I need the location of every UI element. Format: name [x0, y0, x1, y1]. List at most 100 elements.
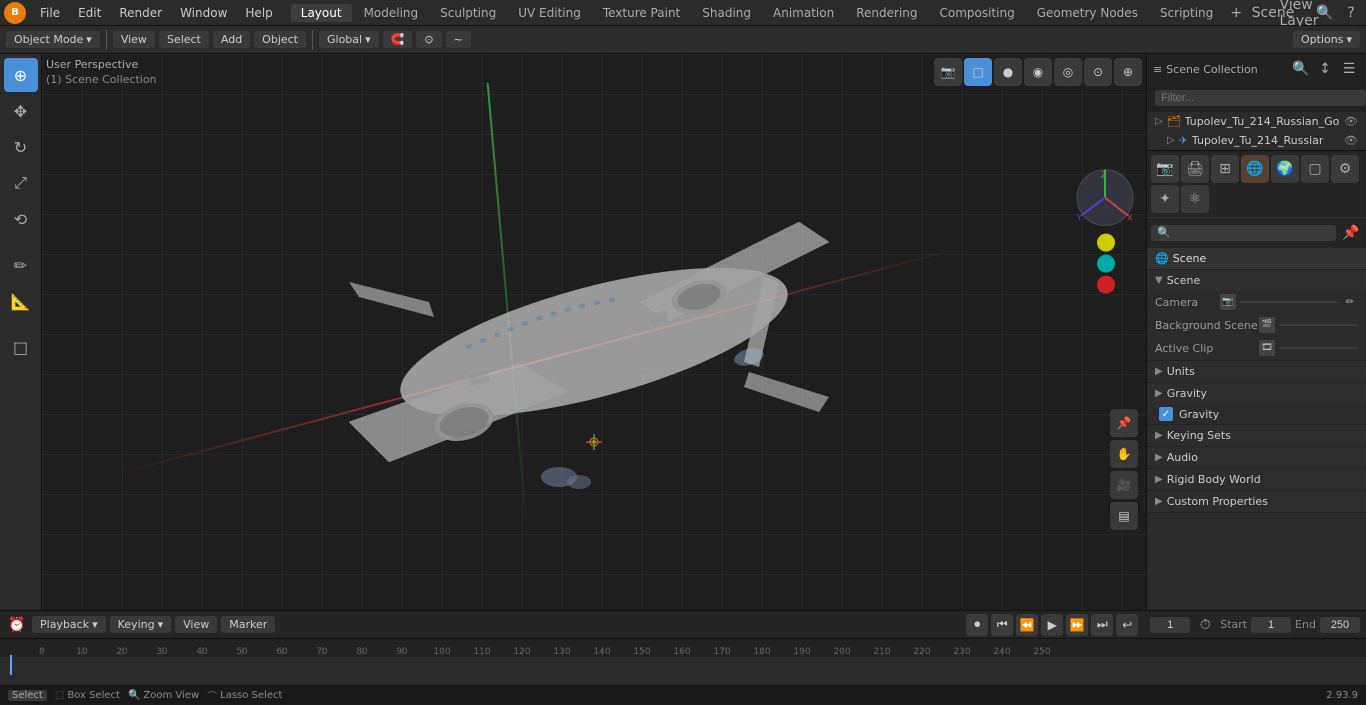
tab-scripting[interactable]: Scripting	[1150, 4, 1223, 22]
step-forward-btn[interactable]: ⏩	[1066, 614, 1088, 636]
units-section-toggle[interactable]: ▶ Units	[1147, 361, 1366, 382]
orb-teal[interactable]	[1097, 255, 1115, 273]
menu-render[interactable]: Render	[111, 4, 170, 22]
camera-fly-btn[interactable]: 🎥	[1110, 471, 1138, 499]
outliner-item-visibility-icon[interactable]: 👁	[1344, 134, 1358, 147]
prop-tab-render[interactable]: 📷	[1151, 155, 1179, 183]
tab-rendering[interactable]: Rendering	[846, 4, 927, 22]
tab-texture-paint[interactable]: Texture Paint	[593, 4, 690, 22]
gravity-checkbox[interactable]: ✓	[1159, 407, 1173, 421]
help-btn[interactable]: ?	[1340, 2, 1362, 24]
playhead[interactable]	[10, 655, 12, 675]
tab-modeling[interactable]: Modeling	[354, 4, 429, 22]
outliner-item-1[interactable]: ▷ ✈ Tupolev_Tu_214_Russiar 👁	[1147, 131, 1366, 150]
menu-help[interactable]: Help	[237, 4, 280, 22]
camera-value[interactable]	[1239, 301, 1339, 303]
timeline-ruler: 0 10 20 30 40 50 60 70 80 90 100 110 120…	[0, 639, 1366, 657]
prop-pin-btn[interactable]: 📌	[1340, 222, 1362, 244]
transform-selector[interactable]: Global ▾	[319, 31, 379, 48]
frame-start-input[interactable]	[1251, 617, 1291, 633]
outliner-search-input[interactable]	[1155, 90, 1366, 106]
view-menu[interactable]: View	[113, 31, 155, 48]
step-back-btn[interactable]: ⏪	[1016, 614, 1038, 636]
scale-tool[interactable]: ⤢	[4, 166, 38, 200]
jump-end-btn[interactable]: ⏭	[1091, 614, 1113, 636]
prop-tab-view-layer[interactable]: ⊞	[1211, 155, 1239, 183]
prop-tab-scene[interactable]: 🌐	[1241, 155, 1269, 183]
outliner-item-0[interactable]: ▷ 🗂 Tupolev_Tu_214_Russian_Go 👁	[1147, 112, 1366, 131]
ruler-mark-220: 220	[902, 647, 942, 657]
hand-tool-btn[interactable]: ✋	[1110, 440, 1138, 468]
prop-tab-modifiers[interactable]: ⚙	[1331, 155, 1359, 183]
snap-btn[interactable]: 🧲	[383, 31, 413, 48]
tab-geometry-nodes[interactable]: Geometry Nodes	[1027, 4, 1148, 22]
prop-tab-output[interactable]: 🖨	[1181, 155, 1209, 183]
tab-uv-editing[interactable]: UV Editing	[508, 4, 591, 22]
viewport-extra-btn[interactable]: ▤	[1110, 502, 1138, 530]
object-menu[interactable]: Object	[254, 31, 306, 48]
prop-tab-object[interactable]: ▢	[1301, 155, 1329, 183]
play-btn[interactable]: ▶	[1041, 614, 1063, 636]
camera-edit-icon[interactable]: ✏	[1342, 294, 1358, 310]
select-menu[interactable]: Select	[159, 31, 209, 48]
loop-btn[interactable]: ↩	[1116, 614, 1138, 636]
prop-tab-particles[interactable]: ✦	[1151, 185, 1179, 213]
options-btn[interactable]: Options ▾	[1293, 31, 1360, 48]
gravity-section-toggle[interactable]: ▶ Gravity	[1147, 383, 1366, 404]
measure-tool[interactable]: 📐	[4, 284, 38, 318]
tab-layout[interactable]: Layout	[291, 4, 352, 22]
record-btn[interactable]: ⏺	[966, 614, 988, 636]
background-scene-value[interactable]	[1278, 324, 1358, 326]
graph-btn[interactable]: ~	[446, 31, 471, 48]
tab-compositing[interactable]: Compositing	[929, 4, 1024, 22]
orb-red[interactable]	[1097, 276, 1115, 294]
timeline-menu-btn[interactable]: ⏰	[6, 614, 28, 636]
current-frame-input[interactable]	[1150, 617, 1190, 633]
prop-tab-world[interactable]: 🌍	[1271, 155, 1299, 183]
pin-btn[interactable]: 📌	[1110, 409, 1138, 437]
tab-sculpting[interactable]: Sculpting	[430, 4, 506, 22]
tab-animation[interactable]: Animation	[763, 4, 844, 22]
cursor-tool[interactable]: ⊕	[4, 58, 38, 92]
view-btn[interactable]: View	[175, 616, 217, 633]
add-menu[interactable]: Add	[213, 31, 250, 48]
tab-shading[interactable]: Shading	[692, 4, 761, 22]
annotate-tool[interactable]: ✏	[4, 248, 38, 282]
audio-section-toggle[interactable]: ▶ Audio	[1147, 447, 1366, 468]
menu-edit[interactable]: Edit	[70, 4, 109, 22]
active-clip-value[interactable]	[1278, 347, 1358, 349]
menu-window[interactable]: Window	[172, 4, 235, 22]
viewport[interactable]: User Perspective (1) Scene Collection 📷 …	[42, 54, 1146, 610]
outliner-visibility-icon[interactable]: 👁	[1344, 115, 1358, 128]
view-layer-selector[interactable]: View Layer	[1288, 2, 1310, 24]
outliner-filter-btn[interactable]: 🔍	[1290, 58, 1312, 80]
outliner-sort-btn[interactable]: ↕	[1314, 58, 1336, 80]
timeline-track[interactable]	[8, 657, 1358, 673]
custom-properties-toggle[interactable]: ▶ Custom Properties	[1147, 491, 1366, 512]
add-workspace-btn[interactable]: +	[1225, 2, 1247, 24]
add-object-tool[interactable]: □	[4, 330, 38, 364]
blender-logo[interactable]: B	[4, 2, 26, 24]
menu-file[interactable]: File	[32, 4, 68, 22]
orb-yellow[interactable]	[1097, 234, 1115, 252]
move-tool[interactable]: ✥	[4, 94, 38, 128]
properties-search-input[interactable]	[1151, 225, 1336, 241]
keying-btn[interactable]: Keying ▾	[110, 616, 171, 633]
outliner-options-btn[interactable]: ☰	[1338, 58, 1360, 80]
prop-tab-physics[interactable]: ⚛	[1181, 185, 1209, 213]
rigid-body-world-toggle[interactable]: ▶ Rigid Body World	[1147, 469, 1366, 490]
svg-text:Y: Y	[1076, 214, 1082, 223]
transform-tool[interactable]: ⟲	[4, 202, 38, 236]
search-btn[interactable]: 🔍	[1314, 2, 1336, 24]
frame-rate-btn[interactable]: ⏱	[1194, 614, 1216, 636]
rotate-tool[interactable]: ↻	[4, 130, 38, 164]
viewport-toolbar: Object Mode ▾ View Select Add Object Glo…	[0, 26, 1366, 54]
scene-section-toggle[interactable]: ▼ Scene	[1147, 270, 1366, 291]
keying-sets-toggle[interactable]: ▶ Keying Sets	[1147, 425, 1366, 446]
proportional-btn[interactable]: ⊙	[416, 31, 441, 48]
mode-selector[interactable]: Object Mode ▾	[6, 31, 100, 48]
jump-start-btn[interactable]: ⏮	[991, 614, 1013, 636]
marker-btn[interactable]: Marker	[221, 616, 275, 633]
playback-btn[interactable]: Playback ▾	[32, 616, 106, 633]
frame-end-input[interactable]	[1320, 617, 1360, 633]
